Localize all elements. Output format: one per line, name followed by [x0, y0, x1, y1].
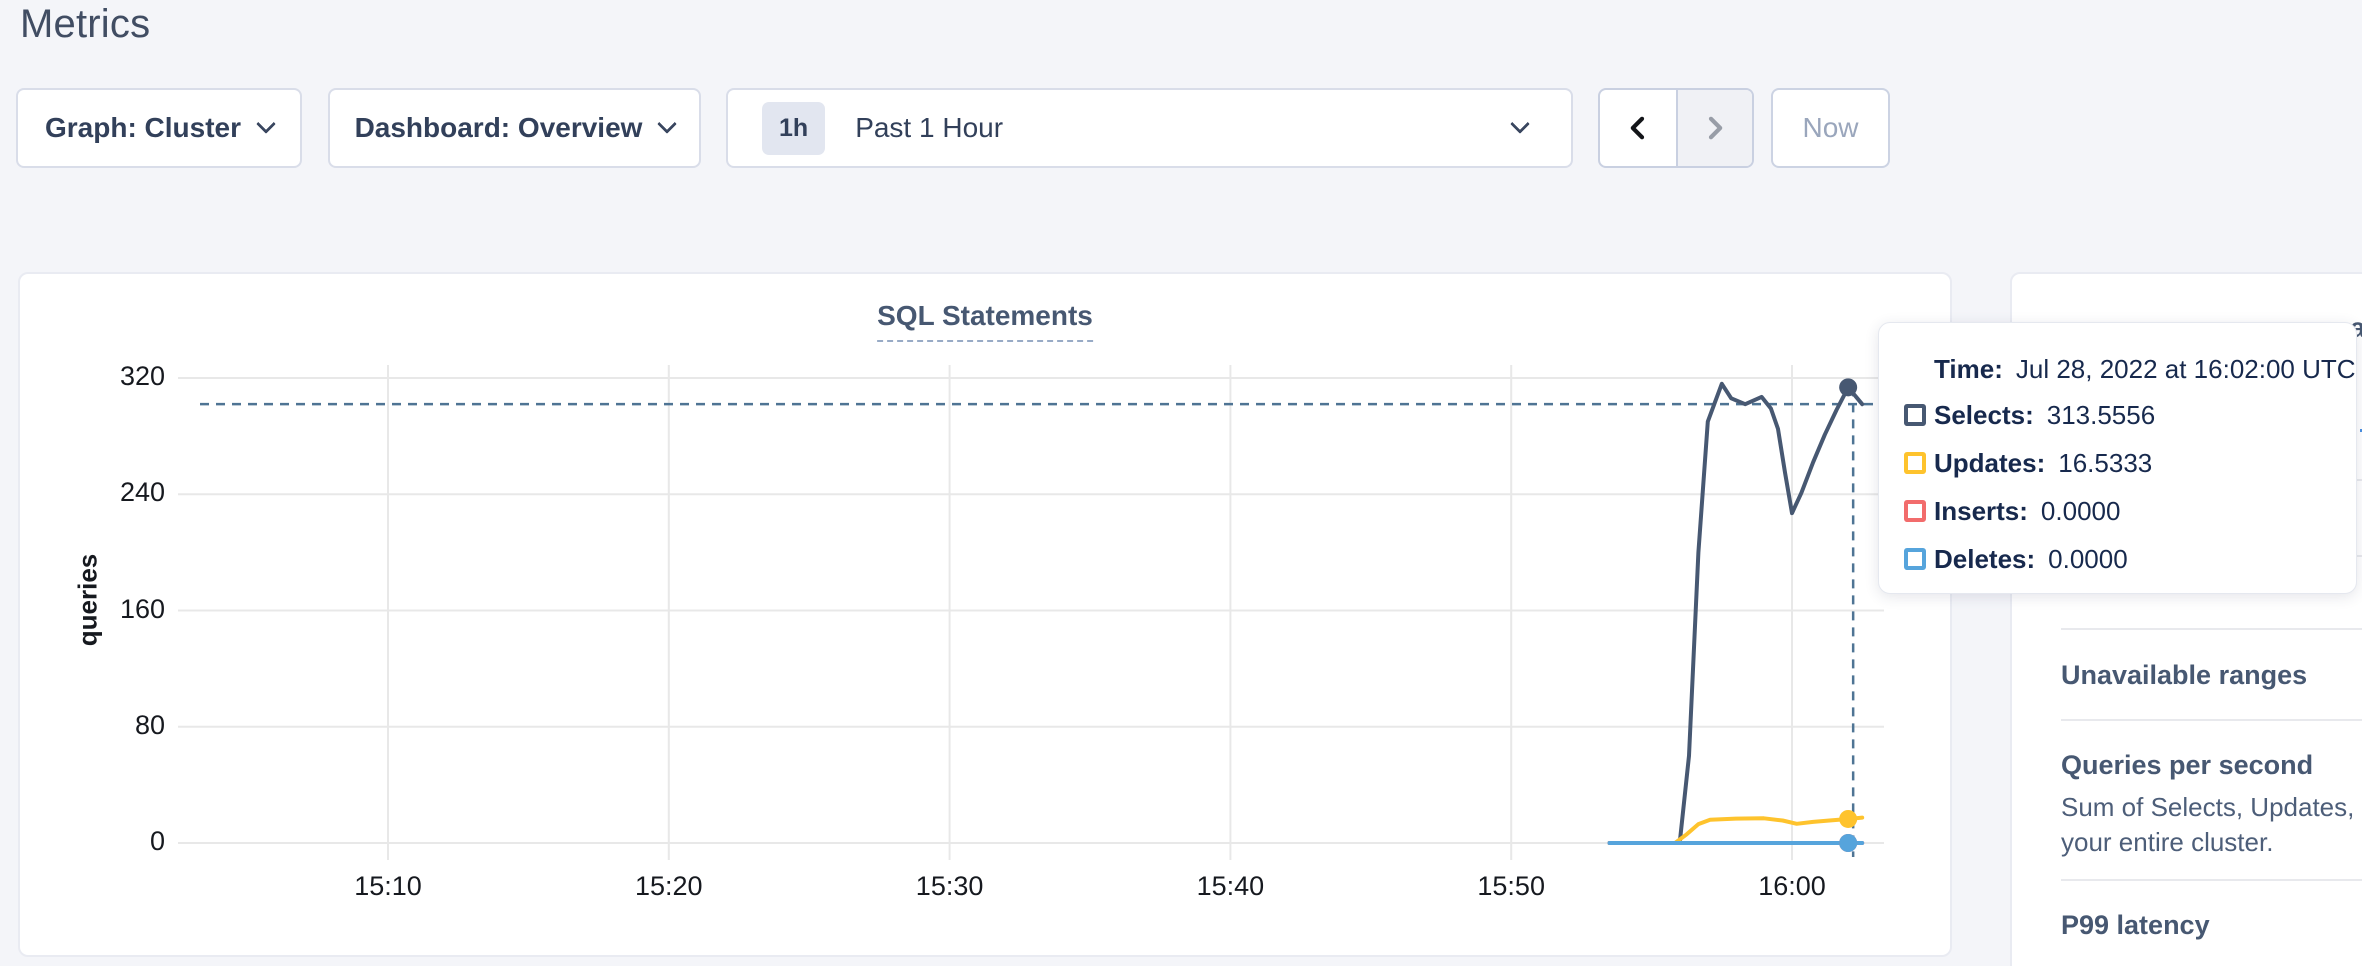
chart-plot-area[interactable] — [178, 365, 1884, 860]
tooltip-series-value: 16.5333 — [2058, 448, 2152, 479]
tooltip-series-value: 0.0000 — [2048, 544, 2128, 575]
y-tick-label: 160 — [30, 594, 165, 625]
tooltip-time-value: Jul 28, 2022 at 16:02:00 UTC — [2016, 354, 2356, 385]
page-title: Metrics — [20, 2, 150, 47]
graph-scope-dropdown[interactable]: Graph: Cluster — [16, 88, 302, 168]
chevron-right-icon — [1700, 113, 1730, 143]
chart-title[interactable]: SQL Statements — [877, 300, 1093, 342]
tooltip-series-row: Selects: 313.5556 — [1879, 391, 2356, 439]
time-range-selector[interactable]: 1h Past 1 Hour — [726, 88, 1573, 168]
tooltip-series-label: Deletes: — [1934, 544, 2035, 575]
tooltip-series-row: Inserts: 0.0000 — [1879, 487, 2356, 535]
glossary-entry-title: Unavailable ranges — [2061, 660, 2307, 691]
chart-hover-tooltip: Time: Jul 28, 2022 at 16:02:00 UTC Selec… — [1878, 322, 2357, 594]
tooltip-series-row: Updates: 16.5333 — [1879, 439, 2356, 487]
chevron-down-icon — [256, 114, 276, 134]
y-tick-label: 320 — [30, 361, 165, 392]
divider — [2061, 879, 2362, 881]
tooltip-series-value: 313.5556 — [2047, 400, 2155, 431]
tooltip-series-label: Updates: — [1934, 448, 2045, 479]
divider — [2061, 719, 2362, 721]
x-tick-label: 15:40 — [1197, 871, 1265, 902]
x-tick-label: 16:00 — [1758, 871, 1826, 902]
dashboard-label: Dashboard: Overview — [355, 112, 643, 144]
time-range-badge: 1h — [762, 102, 825, 155]
x-tick-label: 15:20 — [635, 871, 703, 902]
tooltip-series-label: Inserts: — [1934, 496, 2028, 527]
y-tick-label: 0 — [30, 826, 165, 857]
tooltip-time-row: Time: Jul 28, 2022 at 16:02:00 UTC — [1879, 347, 2356, 391]
divider — [2061, 628, 2362, 630]
time-window-pager — [1598, 88, 1754, 168]
glossary-entry-title: P99 latency — [2061, 910, 2210, 941]
next-time-button[interactable] — [1676, 90, 1752, 166]
tooltip-series-label: Selects: — [1934, 400, 2034, 431]
y-tick-label: 80 — [30, 710, 165, 741]
chevron-left-icon — [1623, 113, 1653, 143]
series-swatch-icon — [1904, 500, 1926, 522]
series-swatch-icon — [1904, 452, 1926, 474]
tooltip-series-value: 0.0000 — [2041, 496, 2121, 527]
x-tick-label: 15:10 — [354, 871, 422, 902]
chevron-down-icon — [1510, 114, 1530, 134]
series-swatch-icon — [1904, 548, 1926, 570]
time-range-label: Past 1 Hour — [855, 112, 1003, 144]
tooltip-series-row: Deletes: 0.0000 — [1879, 535, 2356, 583]
x-tick-label: 15:30 — [916, 871, 984, 902]
y-tick-label: 240 — [30, 477, 165, 508]
now-button[interactable]: Now — [1771, 88, 1890, 168]
glossary-entry-title: Queries per second — [2061, 750, 2313, 781]
tooltip-time-label: Time: — [1934, 354, 2003, 385]
graph-scope-label: Graph: Cluster — [45, 112, 241, 144]
series-swatch-icon — [1904, 404, 1926, 426]
dashboard-dropdown[interactable]: Dashboard: Overview — [328, 88, 701, 168]
chevron-down-icon — [658, 114, 678, 134]
x-tick-label: 15:50 — [1477, 871, 1545, 902]
glossary-entry-description: Sum of Selects, Updates, Inserts and Del… — [2061, 790, 2362, 860]
prev-time-button[interactable] — [1600, 90, 1676, 166]
